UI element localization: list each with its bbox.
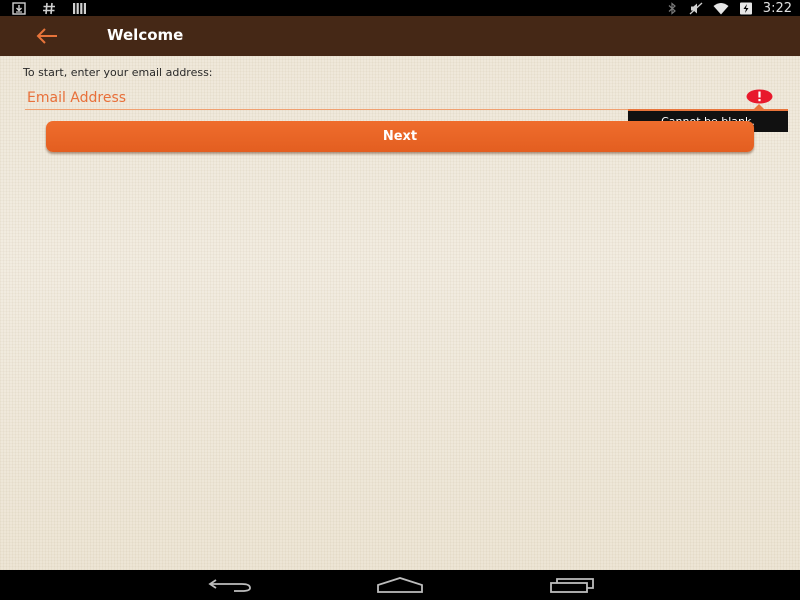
status-time: 3:22: [762, 0, 792, 16]
bluetooth-icon: [668, 1, 676, 15]
status-bar-system: 3:22: [665, 0, 792, 16]
download-icon: [12, 1, 26, 15]
error-exclamation-icon: [746, 89, 773, 104]
arrow-left-icon[interactable]: [36, 27, 60, 45]
email-field[interactable]: [25, 87, 777, 110]
app-bar: Welcome: [0, 16, 800, 56]
wifi-icon: [713, 2, 729, 14]
page-title: Welcome: [107, 26, 184, 44]
email-instruction: To start, enter your email address:: [23, 66, 213, 79]
recents-nav-icon[interactable]: [548, 577, 596, 593]
hash-icon: [43, 2, 55, 14]
mute-icon: [689, 2, 703, 14]
battery-charging-icon: [739, 2, 752, 14]
signal-bars-icon: [73, 2, 86, 14]
home-nav-icon[interactable]: [376, 577, 424, 593]
navigation-bar: [0, 570, 800, 600]
back-nav-icon[interactable]: [206, 577, 254, 593]
main-content: To start, enter your email address: Cann…: [0, 56, 800, 570]
status-bar: 3:22: [0, 0, 800, 16]
next-button[interactable]: Next: [46, 121, 754, 152]
status-bar-notifications: [12, 1, 86, 15]
